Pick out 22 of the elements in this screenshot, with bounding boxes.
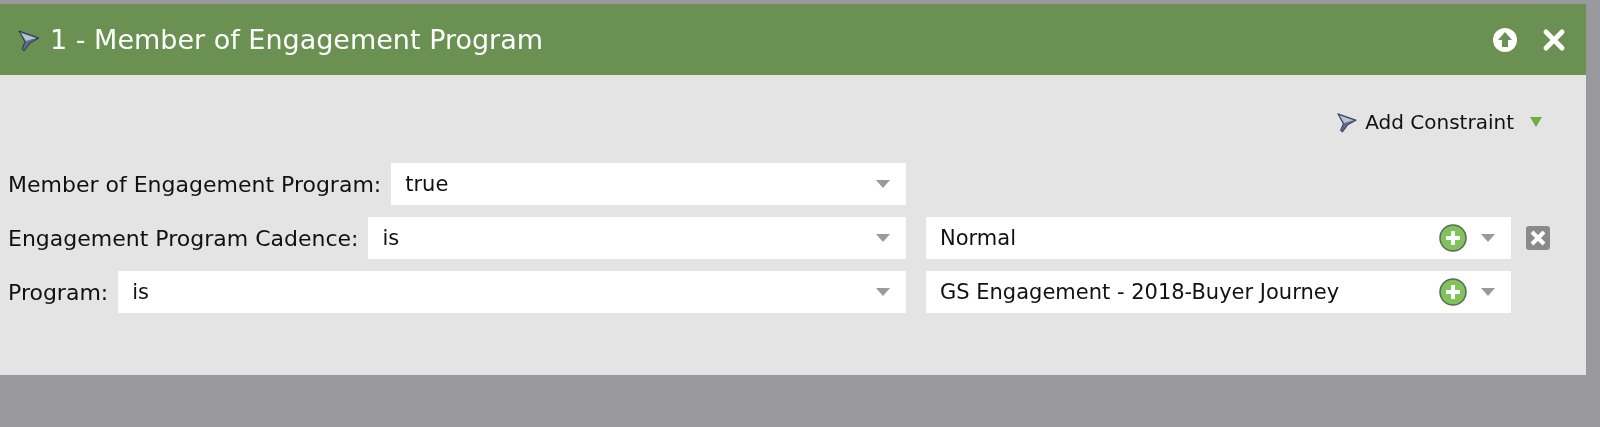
move-up-button[interactable] — [1492, 26, 1518, 53]
caret-icon — [876, 288, 890, 296]
field-label: Member of Engagement Program: — [8, 171, 383, 197]
operator-dropdown[interactable]: is — [368, 217, 906, 259]
funnel-icon — [1335, 110, 1360, 134]
caret-icon — [1481, 288, 1495, 296]
field-label: Program: — [8, 279, 110, 305]
caret-icon — [1481, 234, 1495, 242]
field-label: Engagement Program Cadence: — [8, 225, 360, 251]
operator-dropdown[interactable]: true — [391, 163, 906, 205]
delete-icon[interactable] — [1525, 225, 1551, 251]
caret-icon — [876, 234, 890, 242]
value-dropdown[interactable]: Normal — [926, 217, 1511, 259]
panel-title: 1 - Member of Engagement Program — [50, 24, 545, 55]
add-constraint-button[interactable]: Add Constraint — [1335, 105, 1542, 139]
operator-dropdown[interactable]: is — [118, 271, 906, 313]
add-icon[interactable] — [1439, 224, 1467, 252]
close-button[interactable] — [1542, 27, 1566, 52]
add-icon[interactable] — [1439, 278, 1467, 306]
value-dropdown[interactable]: GS Engagement - 2018-Buyer Journey — [926, 271, 1511, 313]
caret-icon — [876, 180, 890, 188]
caret-icon — [1530, 117, 1542, 127]
